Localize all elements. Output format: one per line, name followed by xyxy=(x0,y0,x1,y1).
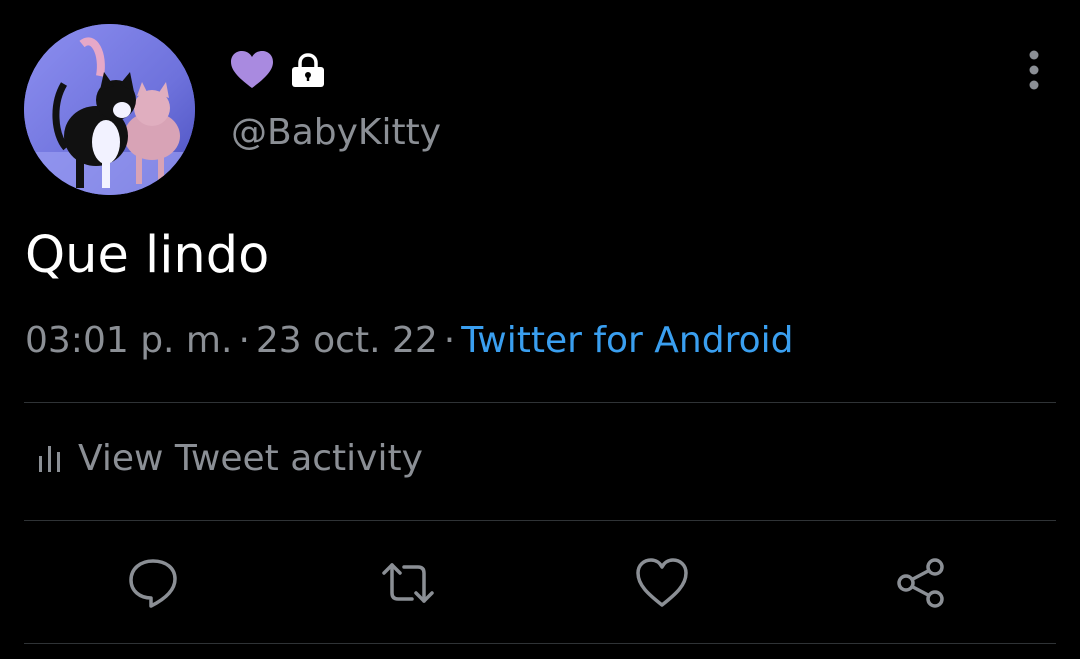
meta-separator: · xyxy=(238,320,250,361)
share-icon xyxy=(897,558,944,608)
divider xyxy=(24,402,1056,403)
lock-icon xyxy=(290,52,326,88)
share-button[interactable] xyxy=(891,553,951,613)
divider xyxy=(24,520,1056,521)
retweet-icon xyxy=(382,563,434,603)
view-tweet-activity-label: View Tweet activity xyxy=(78,438,423,479)
like-icon xyxy=(636,558,688,607)
tweet-detail-screen: @BabyKitty Que lindo 03:01 p. m. · 23 oct.… xyxy=(0,0,1080,659)
meta-separator: · xyxy=(443,320,456,361)
reply-icon xyxy=(129,559,177,608)
tweet-meta: 03:01 p. m. · 23 oct. 22 · Twitter for Andro… xyxy=(25,320,793,361)
divider xyxy=(24,643,1056,644)
purple-heart-icon xyxy=(230,50,274,90)
tweet-source-link[interactable]: Twitter for Android xyxy=(461,320,793,361)
more-vertical-icon[interactable] xyxy=(1018,50,1050,90)
bar-chart-icon xyxy=(38,442,62,476)
like-button[interactable] xyxy=(632,553,692,613)
retweet-button[interactable] xyxy=(378,553,438,613)
tweet-text: Que lindo xyxy=(25,226,270,285)
view-tweet-activity-button[interactable]: View Tweet activity xyxy=(38,438,423,479)
tweet-time: 03:01 p. m. xyxy=(25,320,233,361)
reply-button[interactable] xyxy=(123,553,183,613)
user-handle[interactable]: @BabyKitty xyxy=(231,112,441,153)
tweet-date: 23 oct. 22 xyxy=(255,320,438,361)
display-name xyxy=(230,50,326,90)
avatar[interactable] xyxy=(24,24,195,195)
avatar-cats-image xyxy=(24,24,195,195)
